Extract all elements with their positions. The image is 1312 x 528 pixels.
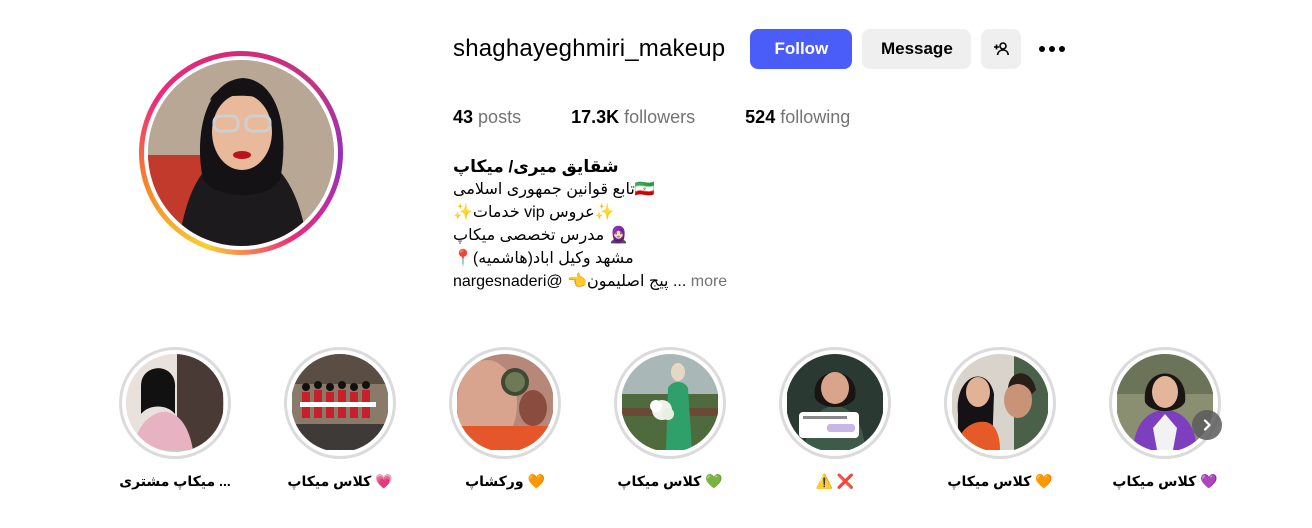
bio-line: تابع قوانین جمهوری اسلامی🇮🇷	[453, 181, 655, 198]
bio-line-last: nargesnaderi@ 👈پیج اصلیمون ... more	[453, 270, 753, 293]
highlight-label: کلاس میکاپ 💚	[617, 473, 723, 489]
followers-label: followers	[624, 107, 696, 127]
highlight-ring	[119, 347, 231, 459]
highlight-item[interactable]: ⚠️ ❌	[775, 347, 895, 490]
highlight-item[interactable]: کلاس میکاپ 💗	[280, 347, 400, 490]
followers-stat[interactable]: 17.3K followers	[571, 107, 695, 128]
add-user-icon	[994, 42, 1010, 56]
highlight-label: ورکشاپ 🧡	[465, 473, 545, 489]
highlight-label: کلاس میکاپ 🧡	[947, 473, 1053, 489]
highlight-ring	[944, 347, 1056, 459]
highlight-item[interactable]: کلاس میکاپ 💚	[610, 347, 730, 490]
following-stat[interactable]: 524 following	[745, 107, 850, 128]
highlight-label: میکاپ مشتری ...	[119, 473, 231, 489]
profile-bio: شقایق میری/ میکاپ تابع قوانین جمهوری اسل…	[453, 155, 753, 293]
more-options-button[interactable]	[1037, 29, 1067, 69]
chevron-right-icon	[1203, 419, 1211, 431]
following-label: following	[780, 107, 851, 127]
highlight-image	[622, 354, 718, 450]
following-count: 524	[745, 107, 776, 127]
username: shaghayeghmiri_makeup	[453, 35, 726, 62]
message-button[interactable]: Message	[862, 29, 972, 69]
highlight-image	[292, 354, 388, 450]
avatar-border	[144, 56, 338, 250]
bio-line: 📍مشهد وکیل اباد(هاشمیه)	[453, 250, 634, 267]
highlight-label: ⚠️ ❌	[815, 473, 855, 489]
highlight-image	[457, 354, 553, 450]
bio-line: مدرس تخصصی میکاپ 🧕🏻	[453, 227, 629, 244]
highlight-cover	[126, 354, 224, 452]
profile-stats: 43 posts 17.3K followers 524 following	[453, 107, 900, 128]
highlight-ring	[449, 347, 561, 459]
more-options-icon	[1039, 46, 1066, 52]
highlight-item[interactable]: کلاس میکاپ 🧡	[940, 347, 1060, 490]
profile-header: shaghayeghmiri_makeup Follow Message	[453, 29, 1067, 69]
highlights-next-button[interactable]	[1192, 410, 1222, 440]
posts-label: posts	[478, 107, 522, 127]
highlight-item[interactable]: ورکشاپ 🧡	[445, 347, 565, 490]
follow-button[interactable]: Follow	[750, 29, 853, 69]
highlight-cover	[621, 354, 719, 452]
highlight-item[interactable]: میکاپ مشتری ...	[115, 347, 235, 490]
highlight-ring	[1109, 347, 1221, 459]
bio-line-text: nargesnaderi@ 👈پیج اصلیمون ...	[453, 273, 687, 290]
highlight-ring	[284, 347, 396, 459]
highlight-image	[127, 354, 223, 450]
bio-more-link[interactable]: more	[691, 273, 727, 290]
highlight-image	[787, 354, 883, 450]
highlight-label: کلاس میکاپ 💗	[287, 473, 393, 489]
highlight-ring	[614, 347, 726, 459]
suggested-users-button[interactable]	[981, 29, 1022, 69]
highlight-cover	[786, 354, 884, 452]
highlight-image	[952, 354, 1048, 450]
highlight-cover	[291, 354, 389, 452]
highlight-ring	[779, 347, 891, 459]
bio-line: ✨خدمات vip عروس✨	[453, 204, 615, 221]
profile-avatar[interactable]	[139, 51, 343, 255]
posts-stat: 43 posts	[453, 107, 521, 128]
followers-count: 17.3K	[571, 107, 620, 127]
avatar-illustration	[148, 60, 334, 246]
bio-name: شقایق میری/ میکاپ	[453, 157, 619, 176]
story-highlights: میکاپ مشتری ... کلاس میکاپ 💗 ورکشاپ 🧡 کل…	[115, 347, 1225, 497]
highlight-cover	[456, 354, 554, 452]
posts-count: 43	[453, 107, 474, 127]
avatar-photo	[148, 60, 334, 246]
highlight-label: کلاس میکاپ 💜	[1112, 473, 1218, 489]
highlight-cover	[951, 354, 1049, 452]
